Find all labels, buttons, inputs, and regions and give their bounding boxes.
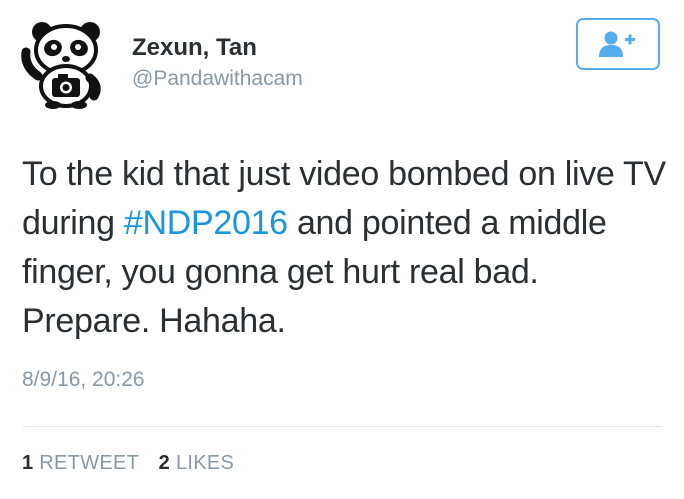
like-count: 2 — [158, 452, 171, 474]
user-handle[interactable]: @Pandawithacam — [132, 65, 303, 93]
tweet-author[interactable]: Zexun, Tan @Pandawithacam — [132, 34, 303, 93]
add-user-icon — [599, 31, 635, 57]
retweet-count: 1 — [22, 452, 34, 474]
tweet-timestamp[interactable]: 8/9/16, 20:26 — [22, 368, 145, 392]
tweet-stats: 1 RETWEET 2 LIKES — [22, 452, 234, 475]
retweet-label: RETWEET — [39, 452, 139, 474]
retweet-stat[interactable]: 1 RETWEET — [22, 452, 139, 474]
follow-button[interactable] — [576, 18, 660, 70]
panda-avatar[interactable] — [20, 18, 112, 110]
tweet-text: To the kid that just video bombed on liv… — [22, 150, 672, 346]
like-label: LIKES — [175, 452, 235, 474]
display-name[interactable]: Zexun, Tan — [132, 34, 303, 62]
like-stat[interactable]: 2 LIKES — [159, 452, 235, 474]
divider — [22, 426, 662, 427]
hashtag-link[interactable]: #NDP2016 — [124, 204, 288, 242]
tweet-card: Zexun, Tan @Pandawithacam To the kid tha… — [0, 0, 684, 499]
